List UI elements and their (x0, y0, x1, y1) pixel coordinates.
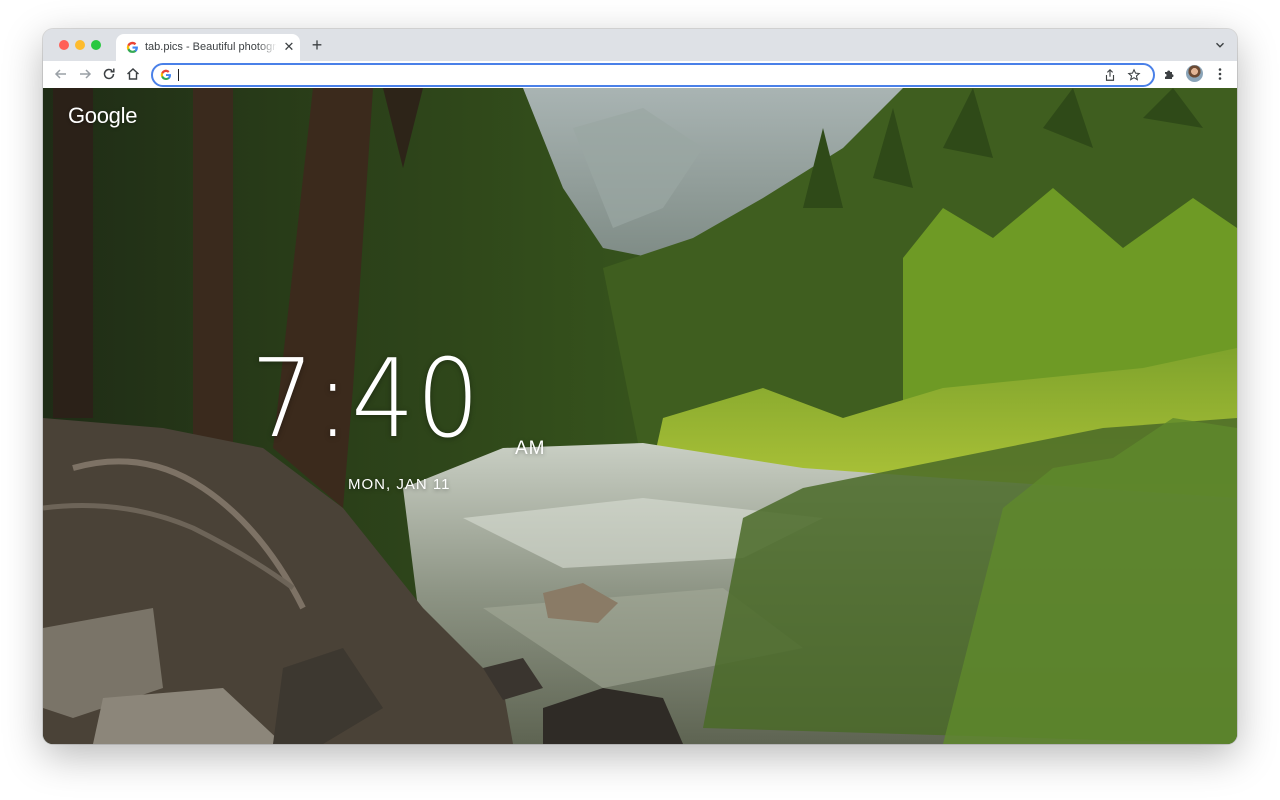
tab-title: tab.pics - Beautiful photographs (145, 41, 277, 53)
clock-time: 7:40 (251, 337, 482, 462)
close-window-button[interactable] (59, 40, 69, 50)
chevron-down-icon[interactable] (1213, 38, 1227, 52)
arrow-left-icon[interactable] (53, 66, 69, 82)
arrow-right-icon[interactable] (77, 66, 93, 82)
reload-icon[interactable] (101, 66, 117, 82)
toolbar (43, 61, 1237, 89)
google-logo: Google (68, 103, 138, 128)
address-input[interactable] (177, 66, 1077, 84)
background-photo (43, 88, 1237, 744)
maximize-window-button[interactable] (91, 40, 101, 50)
new-tab-page: Google 7:40 AM MON, JAN 11 (43, 88, 1237, 744)
star-icon[interactable] (1127, 68, 1141, 82)
puzzle-icon[interactable] (1162, 66, 1178, 82)
google-g-icon (160, 69, 171, 81)
browser-tab[interactable]: tab.pics - Beautiful photographs ✕ (116, 34, 300, 61)
clock-ampm: AM (515, 438, 546, 459)
more-vert-icon[interactable] (1212, 66, 1228, 82)
address-bar[interactable] (151, 63, 1155, 87)
text-cursor (178, 69, 179, 81)
avatar[interactable] (1186, 65, 1203, 82)
clock-date: MON, JAN 11 (348, 476, 451, 493)
share-icon[interactable] (1103, 68, 1117, 82)
tab-close-icon[interactable]: ✕ (282, 40, 296, 54)
tab-strip: tab.pics - Beautiful photographs ✕ + (43, 29, 1237, 61)
minimize-window-button[interactable] (75, 40, 85, 50)
google-g-icon (126, 41, 138, 53)
home-icon[interactable] (125, 66, 141, 82)
browser-window: tab.pics - Beautiful photographs ✕ + (43, 29, 1237, 744)
plus-icon[interactable]: + (309, 36, 325, 54)
